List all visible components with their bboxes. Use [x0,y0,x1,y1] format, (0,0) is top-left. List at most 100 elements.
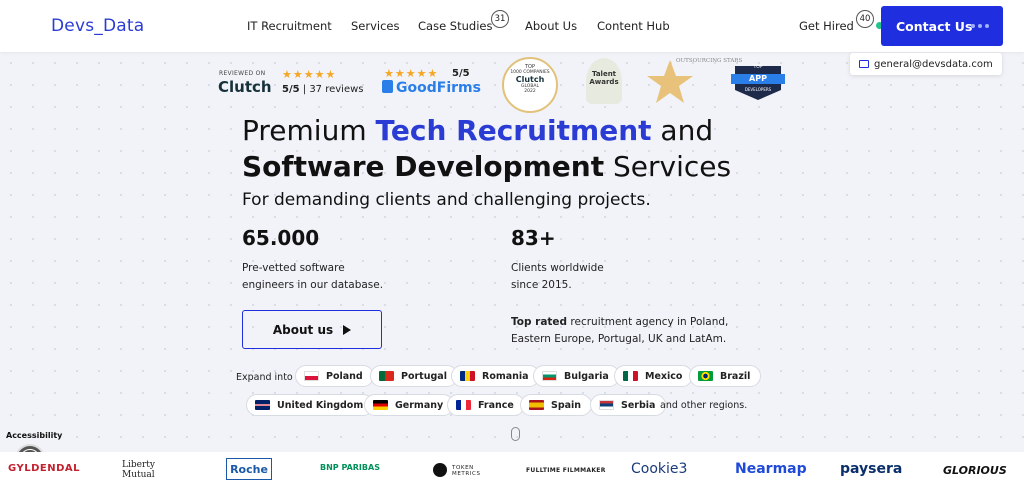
top-rated-bold: Top rated [511,316,568,328]
clutch-stars-icon: ★★★★★ [282,68,337,81]
nav-content-hub[interactable]: Content Hub [597,19,670,33]
country-chip-france[interactable]: France [447,394,525,416]
email-text: general@devsdata.com [874,58,993,70]
client-logo-glorious: GLORIOUS [943,464,1007,477]
country-chip-germany[interactable]: Germany [364,394,455,416]
nav-about-us[interactable]: About Us [525,19,577,33]
top-rated-rest: recruitment agency in Poland, [567,316,729,328]
badge-clutch-name: Clutch [515,75,545,84]
outsourcing-stars-badge: OUTSOURCING STARS [644,56,742,108]
talent-awards-badge: Talent Awards [586,58,622,104]
nav-it-recruitment[interactable]: IT Recruitment [247,19,332,33]
country-chip-portugal[interactable]: Portugal [370,365,458,387]
clutch-rating: 5/5 | 37 reviews [282,84,364,95]
country-chip-united-kingdom[interactable]: United Kingdom [246,394,375,416]
country-label: Brazil [720,370,751,382]
hero-text: Services [604,150,732,183]
site-logo[interactable]: Devs_Data [51,16,144,36]
hero-title-line2: Software Development Services [242,150,731,183]
stat-clients-number: 83+ [511,226,556,250]
hero-title-line1: Premium Tech Recruitment and [242,114,713,147]
about-us-button[interactable]: About us [242,310,382,349]
about-us-label: About us [272,322,334,337]
mexico-flag-icon [623,371,638,381]
top-app-main-label: APP [749,74,767,83]
country-chip-spain[interactable]: Spain [520,394,593,416]
expand-into-label: Expand into [236,372,293,383]
hero-highlight: Tech Recruitment [375,114,652,147]
other-regions-text: and other regions. [660,400,748,411]
stat-clients-text: Clients worldwide since 2015. [511,260,604,294]
stat-line: Pre-vetted software [242,262,345,274]
play-icon [343,324,352,335]
case-studies-count-badge: 31 [491,10,509,28]
brazil-flag-icon [698,371,713,381]
top-app-developers-badge: TOP APP DEVELOPERS [731,60,785,102]
clutch-top-1000-badge: TOP 1000 COMPANIES Clutch GLOBAL 2022 [502,57,558,113]
germany-flag-icon [373,400,388,410]
country-label: Poland [326,370,363,382]
country-label: United Kingdom [277,399,364,411]
client-logo-liberty-mutual: Liberty Mutual [122,460,155,480]
clutch-score: 5/5 [282,84,300,95]
country-label: Serbia [621,399,656,411]
get-hired-count-badge: 40 [856,10,874,28]
stat-line: Clients worldwide [511,262,604,274]
contact-us-label: Contact Us [896,18,973,34]
poland-flag-icon [304,371,319,381]
hero-text: Premium [242,114,376,147]
goodfirms-score: 5/5 [452,68,470,79]
top-app-top-label: TOP [753,65,763,70]
client-logo-roche: Roche [226,458,272,480]
goodfirms-icon [382,80,393,93]
uk-flag-icon [255,400,270,410]
contact-us-button[interactable]: Contact Us [881,6,1003,46]
talent-awards-label: Talent Awards [589,70,619,86]
spain-flag-icon [529,400,544,410]
bulgaria-flag-icon [542,371,557,381]
country-chip-romania[interactable]: Romania [451,365,540,387]
clutch-reviewed-label: REVIEWED ON [219,70,266,77]
goodfirms-name: GoodFirms [396,80,481,96]
country-label: Germany [395,399,444,411]
loading-dots-icon [971,24,989,28]
nav-get-hired[interactable]: Get Hired [799,19,854,33]
country-chip-poland[interactable]: Poland [295,365,374,387]
country-chip-mexico[interactable]: Mexico [614,365,694,387]
email-pill[interactable]: general@devsdata.com [850,53,1002,75]
client-logo-fulltime-filmmaker: FULLTIME FILMMAKER [526,467,606,474]
stat-line: engineers in our database. [242,279,384,291]
serbia-flag-icon [599,400,614,410]
token-metrics-icon [433,463,447,477]
top-app-sub-label: DEVELOPERS [744,87,772,92]
hero-bold: Software Development [242,150,605,183]
country-label: France [478,399,514,411]
badge-year-label: 2022 [524,89,536,94]
portugal-flag-icon [379,371,394,381]
clutch-logo[interactable]: Clutch [218,78,272,96]
country-chip-brazil[interactable]: Brazil [689,365,762,387]
country-chip-serbia[interactable]: Serbia [590,394,667,416]
country-label: Mexico [645,370,683,382]
client-logo-bnp-paribas: BNP PARIBAS [320,463,380,472]
hero-text: and [651,114,714,147]
top-rated-text: Top rated recruitment agency in Poland, … [511,314,728,348]
accessibility-label: Accessibility [6,431,63,440]
romania-flag-icon [460,371,475,381]
country-chip-bulgaria[interactable]: Bulgaria [533,365,620,387]
mail-icon [859,60,869,68]
nav-services[interactable]: Services [351,19,400,33]
dotted-background [0,52,1024,452]
nav-case-studies[interactable]: Case Studies [418,19,492,33]
goodfirms-stars-icon: ★★★★★ [384,67,439,80]
top-rated-line2: Eastern Europe, Portugal, UK and LatAm. [511,333,727,345]
client-logo-cookie3: Cookie3 [631,461,688,477]
stat-engineers-number: 65.000 [242,226,320,250]
site-header: Devs_Data IT Recruitment Services Case S… [0,0,1024,52]
client-logo-nearmap: Nearmap [735,461,807,477]
country-label: Portugal [401,370,447,382]
stat-engineers-text: Pre-vetted software engineers in our dat… [242,260,383,294]
goodfirms-logo[interactable]: GoodFirms [382,80,481,96]
france-flag-icon [456,400,471,410]
clutch-review-count: | 37 reviews [302,84,364,95]
